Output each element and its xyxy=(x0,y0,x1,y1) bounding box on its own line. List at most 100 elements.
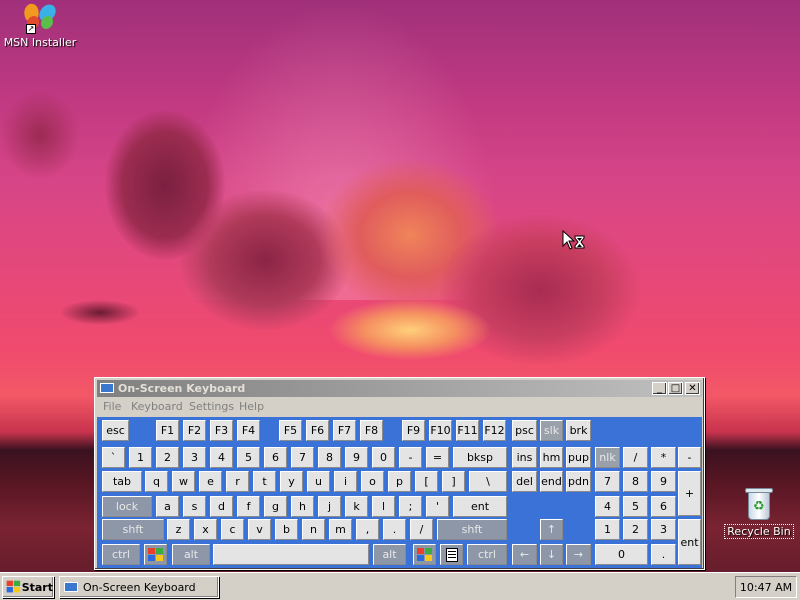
key-1[interactable]: 1 xyxy=(129,447,152,468)
key-f11[interactable]: F11 xyxy=(456,420,479,441)
key-l[interactable]: l xyxy=(372,496,395,517)
key-insert[interactable]: ins xyxy=(512,447,537,468)
key-num-7[interactable]: 7 xyxy=(595,471,620,492)
key-num-1[interactable]: 1 xyxy=(595,519,620,540)
key-left-alt[interactable]: alt xyxy=(172,544,210,565)
key-7[interactable]: 7 xyxy=(291,447,314,468)
key-f8[interactable]: F8 xyxy=(360,420,383,441)
key-space[interactable] xyxy=(213,544,369,565)
key-num-lock[interactable]: nlk xyxy=(595,447,620,468)
menu-file[interactable]: File xyxy=(103,400,121,413)
key-f4[interactable]: F4 xyxy=(237,420,260,441)
key-num-2[interactable]: 2 xyxy=(623,519,648,540)
key-f2[interactable]: F2 xyxy=(183,420,206,441)
on-screen-keyboard-window[interactable]: On-Screen Keyboard _ □ ✕ File Keyboard S… xyxy=(94,377,705,570)
key-g[interactable]: g xyxy=(264,496,287,517)
key-w[interactable]: w xyxy=(172,471,195,492)
key-f[interactable]: f xyxy=(237,496,260,517)
close-button[interactable]: ✕ xyxy=(685,382,700,395)
key-caps-lock[interactable]: lock xyxy=(102,496,152,517)
key-right-windows[interactable] xyxy=(413,544,436,565)
key-num-6[interactable]: 6 xyxy=(651,496,676,517)
key-esc[interactable]: esc xyxy=(102,420,129,441)
key-f12[interactable]: F12 xyxy=(483,420,506,441)
key-r[interactable]: r xyxy=(226,471,249,492)
key-f10[interactable]: F10 xyxy=(429,420,452,441)
key-num-4[interactable]: 4 xyxy=(595,496,620,517)
key-i[interactable]: i xyxy=(334,471,357,492)
window-titlebar[interactable]: On-Screen Keyboard _ □ ✕ xyxy=(97,380,702,397)
menu-keyboard[interactable]: Keyboard xyxy=(131,400,183,413)
key-k[interactable]: k xyxy=(345,496,368,517)
key-num-0[interactable]: 0 xyxy=(595,544,648,565)
key-slash[interactable]: / xyxy=(410,519,433,540)
key-e[interactable]: e xyxy=(199,471,222,492)
key-5[interactable]: 5 xyxy=(237,447,260,468)
key-4[interactable]: 4 xyxy=(210,447,233,468)
key-a[interactable]: a xyxy=(156,496,179,517)
maximize-button[interactable]: □ xyxy=(668,382,683,395)
key-9[interactable]: 9 xyxy=(345,447,368,468)
key-print-screen[interactable]: psc xyxy=(512,420,537,441)
start-button[interactable]: Start xyxy=(2,576,54,598)
key-application[interactable] xyxy=(440,544,463,565)
key-right-bracket[interactable]: ] xyxy=(442,471,465,492)
key-left-windows[interactable] xyxy=(144,544,167,565)
key-arrow-right[interactable]: → xyxy=(566,544,591,565)
key-num-5[interactable]: 5 xyxy=(623,496,648,517)
key-right-shift[interactable]: shft xyxy=(437,519,507,540)
key-end[interactable]: end xyxy=(540,471,563,492)
key-0[interactable]: 0 xyxy=(372,447,395,468)
menu-help[interactable]: Help xyxy=(239,400,264,413)
menu-settings[interactable]: Settings xyxy=(189,400,234,413)
key-arrow-down[interactable]: ↓ xyxy=(540,544,563,565)
key-semicolon[interactable]: ; xyxy=(399,496,422,517)
key-num-add[interactable]: + xyxy=(678,471,701,516)
key-enter[interactable]: ent xyxy=(453,496,507,517)
key-num-divide[interactable]: / xyxy=(623,447,648,468)
key-tab[interactable]: tab xyxy=(102,471,142,492)
key-num-8[interactable]: 8 xyxy=(623,471,648,492)
key-h[interactable]: h xyxy=(291,496,314,517)
key-3[interactable]: 3 xyxy=(183,447,206,468)
taskbar-button-on-screen-keyboard[interactable]: On-Screen Keyboard xyxy=(59,576,219,598)
key-num-9[interactable]: 9 xyxy=(651,471,676,492)
key-m[interactable]: m xyxy=(329,519,352,540)
key-f9[interactable]: F9 xyxy=(402,420,425,441)
key-f5[interactable]: F5 xyxy=(279,420,302,441)
key-minus[interactable]: - xyxy=(399,447,422,468)
key-left-bracket[interactable]: [ xyxy=(415,471,438,492)
key-f3[interactable]: F3 xyxy=(210,420,233,441)
key-b[interactable]: b xyxy=(275,519,298,540)
key-num-enter[interactable]: ent xyxy=(678,519,701,565)
key-v[interactable]: v xyxy=(248,519,271,540)
key-2[interactable]: 2 xyxy=(156,447,179,468)
key-quote[interactable]: ' xyxy=(426,496,449,517)
key-comma[interactable]: , xyxy=(356,519,379,540)
key-p[interactable]: p xyxy=(388,471,411,492)
key-equals[interactable]: = xyxy=(426,447,449,468)
key-num-multiply[interactable]: * xyxy=(651,447,676,468)
key-arrow-up[interactable]: ↑ xyxy=(540,519,563,540)
key-o[interactable]: o xyxy=(361,471,384,492)
key-j[interactable]: j xyxy=(318,496,341,517)
key-x[interactable]: x xyxy=(194,519,217,540)
key-num-3[interactable]: 3 xyxy=(651,519,676,540)
desktop-icon-recycle-bin[interactable]: ♻ Recycle Bin xyxy=(719,486,799,539)
key-s[interactable]: s xyxy=(183,496,206,517)
key-page-down[interactable]: pdn xyxy=(566,471,591,492)
key-break[interactable]: brk xyxy=(566,420,591,441)
system-tray-clock[interactable]: 10:47 AM xyxy=(735,576,797,598)
key-home[interactable]: hm xyxy=(540,447,563,468)
key-period[interactable]: . xyxy=(383,519,406,540)
key-u[interactable]: u xyxy=(307,471,330,492)
key-y[interactable]: y xyxy=(280,471,303,492)
desktop-icon-msn-installer[interactable]: ↗ MSN Installer xyxy=(0,1,80,49)
key-left-ctrl[interactable]: ctrl xyxy=(102,544,140,565)
key-num-decimal[interactable]: . xyxy=(651,544,676,565)
key-z[interactable]: z xyxy=(167,519,190,540)
key-backtick[interactable]: ` xyxy=(102,447,125,468)
key-right-ctrl[interactable]: ctrl xyxy=(467,544,507,565)
key-t[interactable]: t xyxy=(253,471,276,492)
key-f7[interactable]: F7 xyxy=(333,420,356,441)
